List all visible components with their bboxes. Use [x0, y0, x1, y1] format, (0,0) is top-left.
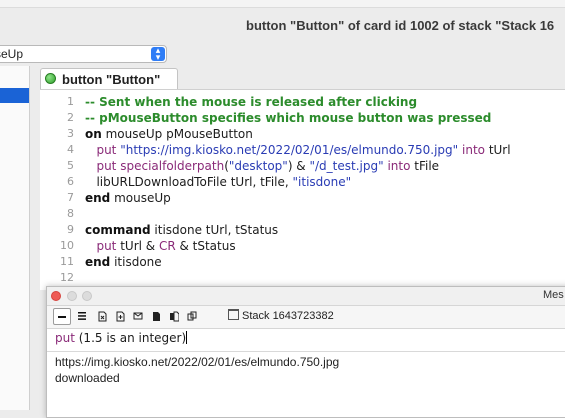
code-line[interactable]: end mouseUp: [85, 190, 171, 206]
line-number: 1: [67, 95, 74, 108]
code-token: "https://img.kiosko.net/2022/02/01/es/el…: [120, 143, 459, 157]
handler-select-value: seUp: [0, 47, 24, 61]
backscripts-icon[interactable]: [165, 308, 183, 325]
code-line[interactable]: -- pMouseButton specifies which mouse bu…: [85, 110, 491, 126]
single-line-mode-icon[interactable]: [53, 308, 71, 325]
message-box-window: Mes Stack 1643723382 put (1.5 is an inte…: [46, 286, 565, 418]
global-variables-icon[interactable]: [111, 308, 129, 325]
tab-button-script[interactable]: button "Button": [40, 68, 178, 89]
handler-list-sidebar[interactable]: [0, 66, 30, 410]
line-number: 10: [60, 239, 74, 252]
code-line[interactable]: put "https://img.kiosko.net/2022/02/01/e…: [85, 142, 511, 158]
code-token: itisdone: [110, 255, 162, 269]
code-token: tUrl &: [116, 239, 159, 253]
close-icon[interactable]: [51, 291, 61, 301]
code-token: -- pMouseButton specifies which mouse bu…: [85, 111, 492, 125]
code-line[interactable]: end itisdone: [85, 254, 162, 270]
line-number: 4: [67, 143, 74, 156]
stack-selector-label: Stack 1643723382: [242, 310, 334, 322]
code-token: put: [96, 143, 117, 157]
code-token: end: [85, 255, 111, 269]
output-line: downloaded: [55, 371, 120, 385]
line-number: 3: [67, 127, 74, 140]
code-token: on: [85, 127, 102, 141]
message-box-title: Mes: [543, 289, 564, 301]
command-keyword: put: [55, 331, 75, 345]
frontscripts-icon[interactable]: [147, 308, 165, 325]
handler-bar: seUp ▴▾: [0, 44, 565, 66]
code-token: & tStatus: [175, 239, 236, 253]
window-title: button "Button" of card id 1002 of stack…: [246, 18, 555, 33]
top-window-strip: [0, 0, 565, 8]
zoom-icon[interactable]: [82, 291, 92, 301]
code-token: mouseUp pMouseButton: [101, 127, 253, 141]
code-token: "/d_test.jpg": [309, 159, 384, 173]
line-number: 8: [67, 207, 74, 220]
code-token: put: [96, 159, 117, 173]
code-token: into: [387, 159, 411, 173]
code-token: libURLDownloadToFile tUrl, tFile,: [85, 175, 293, 189]
message-box-divider: [47, 351, 565, 352]
code-line[interactable]: command itisdone tUrl, tStatus: [85, 222, 278, 238]
code-token: put: [96, 239, 117, 253]
code-line[interactable]: on mouseUp pMouseButton: [85, 126, 253, 142]
chevron-updown-icon: ▴ ▾: [151, 46, 165, 62]
code-token: -- Sent when the mouse is released after…: [85, 95, 418, 109]
message-box-toolbar: Stack 1643723382: [47, 306, 565, 329]
code-token: mouseUp: [110, 191, 171, 205]
code-token: CR: [158, 239, 176, 253]
libraries-icon[interactable]: [183, 308, 201, 325]
code-token: itisdone tUrl, tStatus: [150, 223, 279, 237]
code-token: command: [85, 223, 151, 237]
pending-messages-icon[interactable]: [129, 308, 147, 325]
status-green-icon: [45, 73, 56, 84]
global-properties-icon[interactable]: [93, 308, 111, 325]
code-token: into: [462, 143, 485, 157]
code-token: ) &: [287, 159, 310, 173]
code-token: specialfolderpath: [120, 159, 225, 173]
line-number: 6: [67, 175, 74, 188]
stack-window-icon: [228, 309, 239, 320]
code-token: tUrl: [485, 143, 511, 157]
script-editor-titlebar: button "Button" of card id 1002 of stack…: [0, 8, 565, 45]
text-caret: [186, 331, 188, 344]
multi-line-mode-icon[interactable]: [73, 308, 91, 325]
tab-label: button "Button": [62, 72, 161, 87]
line-number: 5: [67, 159, 74, 172]
code-token: tFile: [410, 159, 440, 173]
line-number: 12: [60, 271, 74, 284]
output-line: https://img.kiosko.net/2022/02/01/es/elm…: [55, 355, 340, 369]
line-number: 7: [67, 191, 74, 204]
code-line[interactable]: -- Sent when the mouse is released after…: [85, 94, 417, 110]
line-number: 11: [60, 255, 74, 268]
code-line[interactable]: put tUrl & CR & tStatus: [85, 238, 236, 254]
line-number: 2: [67, 111, 74, 124]
code-line[interactable]: libURLDownloadToFile tUrl, tFile, "itisd…: [85, 174, 351, 190]
sidebar-selected-item[interactable]: [0, 88, 29, 103]
code-token: end: [85, 191, 111, 205]
minimize-icon[interactable]: [67, 291, 77, 301]
code-token: "desktop": [228, 159, 288, 173]
stack-selector[interactable]: Stack 1643723382: [228, 309, 334, 324]
code-token: "itisdone": [292, 175, 352, 189]
message-command-input[interactable]: put (1.5 is an integer): [55, 331, 188, 345]
code-line[interactable]: put specialfolderpath("desktop") & "/d_t…: [85, 158, 439, 174]
command-text: (1.5 is an integer): [74, 331, 187, 345]
handler-select[interactable]: seUp ▴▾: [0, 45, 167, 63]
line-number: 9: [67, 223, 74, 236]
message-box-titlebar: Mes: [47, 287, 565, 306]
